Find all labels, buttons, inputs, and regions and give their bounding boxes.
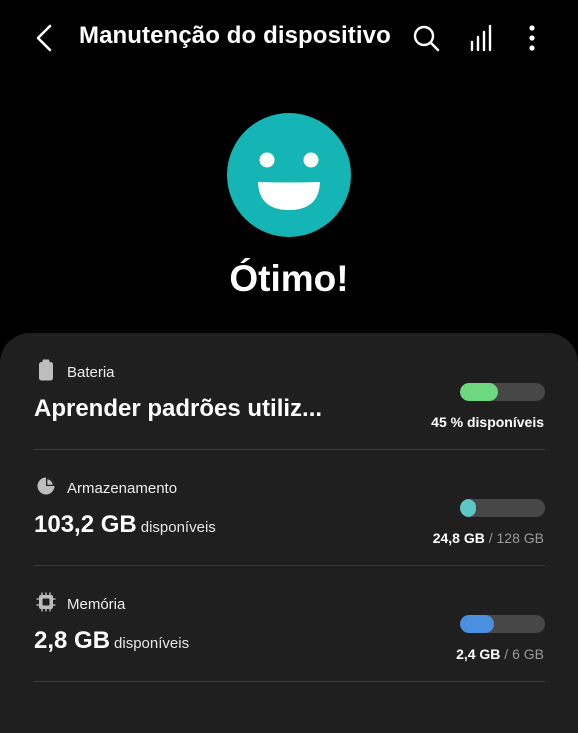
memory-progress-fill	[460, 615, 494, 633]
memory-progress-bar	[460, 615, 545, 633]
storage-label: Armazenamento	[67, 480, 178, 497]
storage-value-text: 103,2 GB	[34, 511, 137, 538]
maintenance-card: Bateria Aprender padrões utiliz... 45 % …	[0, 333, 578, 733]
battery-label: Bateria	[67, 364, 115, 381]
battery-progress-bar	[460, 383, 545, 401]
smiley-face-icon	[227, 113, 351, 237]
memory-status-value: 2,8 GB disponíveis	[34, 627, 189, 655]
more-options-icon[interactable]	[516, 22, 548, 54]
health-status-text: Ótimo!	[229, 258, 349, 299]
memory-caption-secondary: / 6 GB	[500, 646, 544, 662]
storage-caption: 24,8 GB / 128 GB	[433, 530, 544, 546]
memory-label: Memória	[67, 596, 126, 613]
memory-value-text: 2,8 GB	[34, 627, 111, 654]
battery-icon	[39, 359, 53, 381]
divider	[34, 681, 545, 682]
divider	[34, 565, 545, 566]
memory-caption-primary: 2,4 GB	[456, 646, 501, 662]
page-title: Manutenção do dispositivo	[79, 22, 391, 49]
storage-status-value: 103,2 GB disponíveis	[34, 511, 216, 539]
top-app-bar: Manutenção do dispositivo	[0, 0, 578, 76]
signal-bars-icon[interactable]	[466, 22, 498, 54]
storage-value-suffix: disponíveis	[140, 519, 216, 536]
back-arrow-icon[interactable]	[30, 22, 58, 54]
storage-caption-secondary: / 128 GB	[484, 530, 544, 546]
storage-progress-fill	[460, 499, 477, 517]
battery-caption-primary: 45 % disponíveis	[431, 414, 544, 430]
memory-value-suffix: disponíveis	[114, 635, 190, 652]
battery-value-text: Aprender padrões utiliz...	[34, 395, 323, 422]
memory-chip-icon	[36, 592, 56, 612]
storage-progress-bar	[460, 499, 545, 517]
memory-caption: 2,4 GB / 6 GB	[456, 646, 544, 662]
search-icon[interactable]	[410, 22, 442, 54]
battery-progress-fill	[460, 383, 499, 401]
battery-caption: 45 % disponíveis	[431, 414, 544, 430]
battery-item[interactable]: Bateria Aprender padrões utiliz... 45 % …	[0, 359, 578, 475]
memory-item[interactable]: Memória 2,8 GB disponíveis 2,4 GB / 6 GB	[0, 591, 578, 707]
storage-item[interactable]: Armazenamento 103,2 GB disponíveis 24,8 G…	[0, 475, 578, 591]
storage-pie-icon	[37, 477, 55, 495]
battery-status-value: Aprender padrões utiliz...	[34, 395, 326, 423]
divider	[34, 449, 545, 450]
storage-caption-primary: 24,8 GB	[432, 530, 485, 546]
